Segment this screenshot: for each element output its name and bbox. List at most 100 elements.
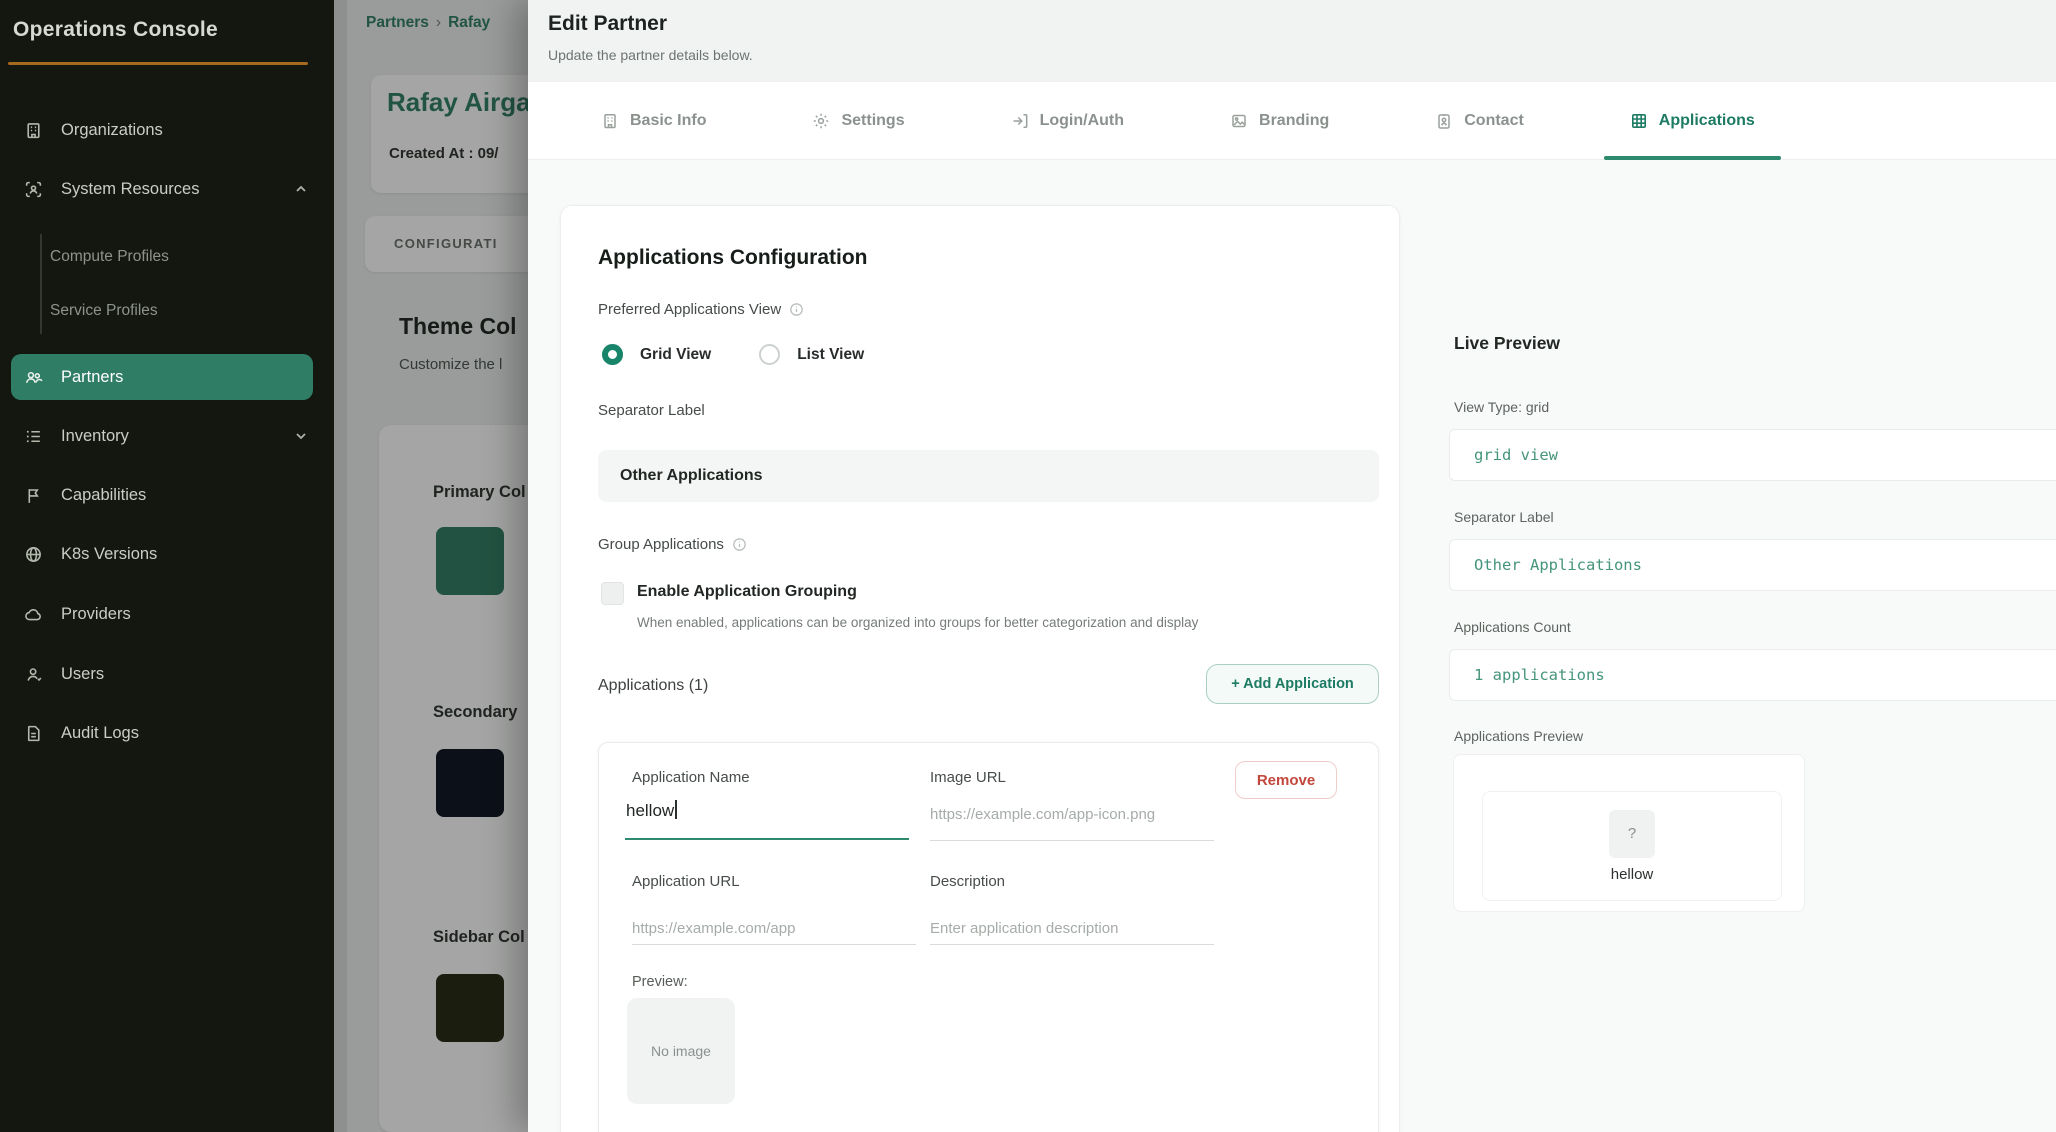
application-url-underline: [632, 944, 916, 945]
edit-partner-drawer: Edit Partner Update the partner details …: [528, 0, 2056, 1132]
enable-grouping-label: Enable Application Grouping: [637, 583, 857, 601]
section-title: Applications Configuration: [598, 246, 867, 270]
description-input[interactable]: Enter application description: [930, 920, 1118, 937]
drawer-subtitle: Update the partner details below.: [548, 47, 753, 63]
applications-preview-panel: ? hellow: [1453, 754, 1805, 912]
view-type-label: View Type: grid: [1454, 399, 1549, 415]
add-application-button[interactable]: + Add Application: [1206, 664, 1379, 704]
sidebar-item-k8s-versions[interactable]: K8s Versions: [0, 532, 334, 576]
preferred-view-label: Preferred Applications View: [598, 301, 804, 318]
sidebar-item-label: System Resources: [61, 180, 199, 199]
sidebar-item-partners[interactable]: Partners: [11, 354, 313, 400]
preview-separator-label: Separator Label: [1454, 509, 1554, 525]
applications-count-heading: Applications Count: [1454, 619, 1571, 635]
cloud-icon: [24, 605, 43, 624]
sidebar-item-audit-logs[interactable]: Audit Logs: [0, 711, 334, 755]
application-name-label: Application Name: [632, 769, 750, 786]
tab-contact[interactable]: Contact: [1435, 82, 1524, 160]
tab-applications[interactable]: Applications: [1630, 82, 1755, 160]
tab-label: Settings: [841, 112, 904, 130]
chevron-up-icon: [294, 182, 308, 196]
background-page: Partners›Rafay Rafay Airga Created At : …: [334, 0, 528, 1132]
view-type-value: grid view: [1449, 429, 2056, 481]
user-icon: [24, 665, 43, 684]
chevron-down-icon: [294, 429, 308, 443]
image-url-input[interactable]: https://example.com/app-icon.png: [930, 806, 1155, 823]
list-view-label: List View: [797, 346, 864, 364]
tab-label: Branding: [1259, 112, 1329, 130]
sidebar-item-label: Providers: [61, 605, 131, 624]
enable-grouping-checkbox[interactable]: [601, 582, 624, 605]
separator-input[interactable]: Other Applications: [598, 450, 1379, 502]
app-preview-name: hellow: [1611, 866, 1654, 883]
separator-label: Separator Label: [598, 402, 705, 419]
grid-view-label: Grid View: [640, 346, 711, 364]
tab-label: Contact: [1464, 112, 1524, 130]
sidebar-item-providers[interactable]: Providers: [0, 592, 334, 636]
app-image-placeholder-icon: ?: [1609, 810, 1655, 858]
sidebar-item-system-resources[interactable]: System Resources: [0, 167, 334, 211]
tab-settings[interactable]: Settings: [812, 82, 904, 160]
gear-icon: [812, 112, 830, 130]
preview-separator-value: Other Applications: [1449, 539, 2056, 591]
info-icon[interactable]: [789, 302, 804, 317]
document-icon: [24, 724, 43, 743]
applications-count-label: Applications (1): [598, 677, 708, 695]
sidebar-item-label: Organizations: [61, 121, 163, 140]
sidebar-item-label: Compute Profiles: [50, 248, 169, 266]
group-applications-label: Group Applications: [598, 536, 747, 553]
sidebar-item-label: Inventory: [61, 427, 129, 446]
application-preview-tile: ? hellow: [1482, 791, 1782, 901]
tab-login-auth[interactable]: Login/Auth: [1011, 82, 1124, 160]
view-radio-group: Grid View List View: [602, 344, 864, 365]
sidebar-item-label: Partners: [61, 368, 123, 387]
description-label: Description: [930, 873, 1005, 890]
sidebar-item-organizations[interactable]: Organizations: [0, 108, 334, 152]
tab-branding[interactable]: Branding: [1230, 82, 1329, 160]
enable-grouping-help: When enabled, applications can be organi…: [637, 615, 1198, 630]
sidebar-item-label: Audit Logs: [61, 724, 139, 743]
applications-preview-label: Applications Preview: [1454, 728, 1583, 744]
drawer-header: Edit Partner Update the partner details …: [528, 0, 2056, 82]
sidebar: Operations Console Organizations System …: [0, 0, 334, 1132]
app-title: Operations Console: [13, 18, 218, 42]
image-url-underline: [930, 840, 1214, 841]
modal-dim-overlay[interactable]: [334, 0, 528, 1132]
image-icon: [1230, 112, 1248, 130]
application-url-input[interactable]: https://example.com/app: [632, 920, 795, 937]
building-icon: [24, 121, 43, 140]
application-entry-card: Application Name hellow Image URL https:…: [598, 742, 1379, 1132]
sidebar-item-compute-profiles[interactable]: Compute Profiles: [0, 237, 334, 277]
sidebar-item-inventory[interactable]: Inventory: [0, 414, 334, 458]
flag-icon: [24, 486, 43, 505]
building-icon: [601, 112, 619, 130]
login-arrow-icon: [1011, 112, 1029, 130]
list-icon: [24, 427, 43, 446]
tab-basic-info[interactable]: Basic Info: [601, 82, 706, 160]
sidebar-item-users[interactable]: Users: [0, 652, 334, 696]
preview-label: Preview:: [632, 974, 688, 990]
tab-label: Basic Info: [630, 112, 706, 130]
tab-label: Login/Auth: [1040, 112, 1124, 130]
sidebar-item-label: Capabilities: [61, 486, 146, 505]
drawer-tabs: Basic Info Settings Login/Auth Branding …: [528, 82, 2056, 160]
applications-configuration-section: Applications Configuration Preferred App…: [560, 205, 1400, 1132]
sidebar-item-service-profiles[interactable]: Service Profiles: [0, 291, 334, 331]
grid-view-radio[interactable]: [602, 344, 623, 365]
info-icon[interactable]: [732, 537, 747, 552]
application-name-input[interactable]: hellow: [626, 800, 677, 821]
application-url-label: Application URL: [632, 873, 740, 890]
sidebar-item-label: K8s Versions: [61, 545, 157, 564]
remove-application-button[interactable]: Remove: [1235, 761, 1337, 799]
users-icon: [24, 368, 43, 387]
sidebar-item-label: Users: [61, 665, 104, 684]
list-view-radio[interactable]: [759, 344, 780, 365]
applications-count-value: 1 applications: [1449, 649, 2056, 701]
image-url-label: Image URL: [930, 769, 1006, 786]
no-image-placeholder: No image: [627, 998, 735, 1104]
application-name-underline: [625, 838, 909, 840]
drawer-title: Edit Partner: [548, 12, 667, 36]
grid-icon: [1630, 112, 1648, 130]
scan-user-icon: [24, 180, 43, 199]
sidebar-item-capabilities[interactable]: Capabilities: [0, 473, 334, 517]
